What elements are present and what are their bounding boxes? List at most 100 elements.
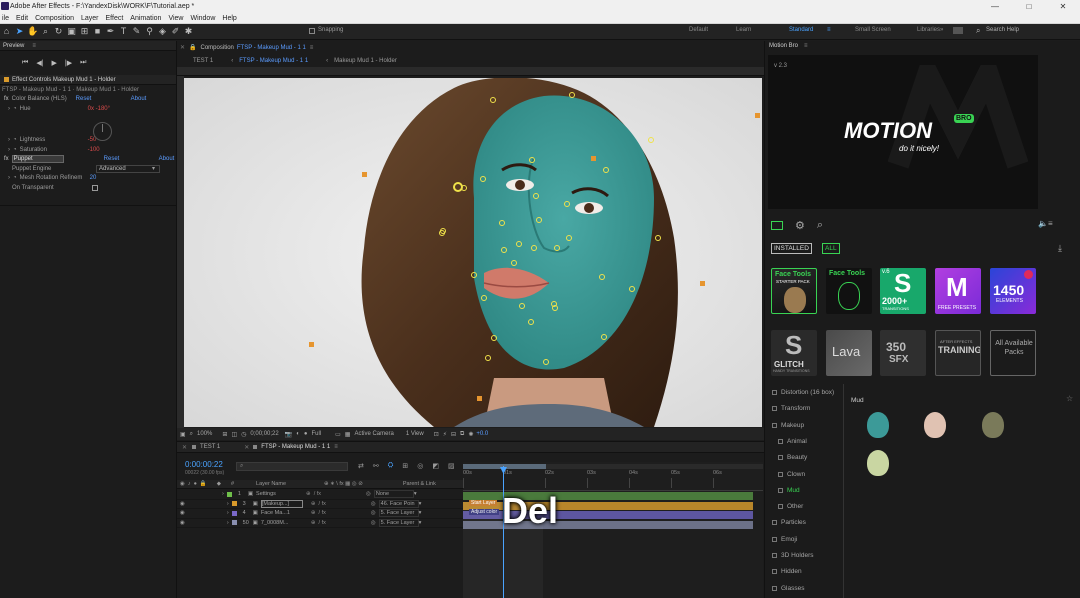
puppet-pin[interactable] xyxy=(569,92,575,98)
color-balance-effect[interactable]: Color Balance (HLS) xyxy=(12,96,67,102)
label-color-swatch[interactable] xyxy=(231,520,237,526)
close-button[interactable]: ✕ xyxy=(1046,0,1080,13)
layer-position-handle[interactable] xyxy=(309,342,314,347)
solo-icon[interactable]: ● xyxy=(194,481,197,487)
eraser-tool-icon[interactable]: ◈ xyxy=(157,26,168,37)
table-row[interactable]: ◉ › 3 ▣ [Makeup...] ⊕ / fx ◎ 46. Face Poin ▾ xyxy=(177,499,463,509)
puppet-pin[interactable] xyxy=(501,247,507,253)
timeline-tab-test-1[interactable]: TEST 1 xyxy=(200,444,220,450)
parent-select[interactable]: 46. Face Poin xyxy=(378,499,419,508)
category-item[interactable]: Makeup xyxy=(772,422,804,429)
time-icon[interactable]: ◷ xyxy=(241,431,246,438)
layer-name[interactable]: [Makeup...] xyxy=(260,499,303,508)
pack-glitch[interactable]: S GLITCH HANDY TRANSITIONS xyxy=(771,330,817,376)
tab-makeup-mud-holder[interactable]: Makeup Mud 1 - Holder xyxy=(334,58,397,64)
puppet-pin[interactable] xyxy=(461,185,467,191)
on-transparent-checkbox[interactable] xyxy=(92,184,98,191)
expand-arrow-icon[interactable]: › xyxy=(8,137,10,143)
composition-viewer[interactable] xyxy=(184,78,762,427)
folder-icon[interactable] xyxy=(771,221,783,230)
settings-sliders-icon[interactable]: ⚙ xyxy=(795,219,805,232)
layer-switches[interactable]: ⊕ / fx xyxy=(311,510,371,516)
menu-file[interactable]: ile xyxy=(2,15,9,22)
home-icon[interactable]: ⌂ xyxy=(1,26,12,37)
layer-name[interactable]: Settings xyxy=(256,491,298,497)
puppet-pin[interactable] xyxy=(533,193,539,199)
lock-icon[interactable]: 🔒 xyxy=(189,44,196,51)
menu-view[interactable]: View xyxy=(168,15,183,22)
close-icon[interactable]: ✕ xyxy=(182,444,187,451)
category-item[interactable]: Particles xyxy=(772,519,806,526)
puppet-pin[interactable] xyxy=(566,235,572,241)
workspace-overflow-icon[interactable]: » xyxy=(940,27,943,33)
timeline-search-input[interactable]: ⌕ xyxy=(236,462,348,471)
puppet-pin[interactable] xyxy=(648,137,654,143)
pack-sfx[interactable]: 350 SFX xyxy=(880,330,926,376)
motion-blur-icon[interactable]: ◎ xyxy=(417,462,423,470)
roto-brush-tool-icon[interactable]: ✐ xyxy=(170,26,181,37)
layer-name-column[interactable]: Layer Name xyxy=(256,481,286,487)
eye-icon[interactable]: ◉ xyxy=(180,481,185,487)
puppet-pin[interactable] xyxy=(543,359,549,365)
puppet-pin[interactable] xyxy=(440,228,446,234)
category-item[interactable]: Beauty xyxy=(778,454,807,461)
stopwatch-icon[interactable]: ◔ xyxy=(13,147,17,153)
puppet-pin[interactable] xyxy=(499,220,505,226)
resolution-select[interactable]: Full xyxy=(311,431,321,437)
shy-layers-icon[interactable]: ⛭ xyxy=(388,462,394,470)
panel-menu-icon[interactable]: ≡ xyxy=(804,43,808,49)
menu-edit[interactable]: Edit xyxy=(16,15,28,22)
puppet-pin[interactable] xyxy=(490,97,496,103)
always-preview-icon[interactable]: ▣ xyxy=(180,431,186,438)
preview-menu-icon[interactable]: ≡ xyxy=(32,43,36,49)
hand-tool-icon[interactable]: ✋ xyxy=(27,26,38,37)
pen-tool-icon[interactable]: ✒ xyxy=(105,26,116,37)
expand-arrow-icon[interactable]: › xyxy=(222,491,224,497)
puppet-pin[interactable] xyxy=(485,355,491,361)
timeline-icon[interactable]: ⊟ xyxy=(451,431,456,438)
layer-name[interactable]: Face Ma...1 xyxy=(261,510,303,516)
table-row[interactable]: › 1 ▣ Settings ⊕ / fx ◎ None ▾ xyxy=(177,490,463,500)
eye-icon[interactable]: ◉ xyxy=(180,520,185,526)
puppet-pin-tool-icon[interactable]: ✱ xyxy=(183,26,194,37)
workspace-learn[interactable]: Learn xyxy=(736,27,751,33)
mud-preset-2[interactable] xyxy=(924,412,946,438)
toggle-pixel-icon[interactable]: ⊡ xyxy=(434,431,439,438)
category-item[interactable]: Other xyxy=(778,503,803,510)
hue-value[interactable]: 0x -180° xyxy=(88,106,110,112)
mesh-rotation-value[interactable]: 20 xyxy=(90,175,97,181)
installed-filter[interactable]: INSTALLED xyxy=(771,243,812,254)
snapshot-icon[interactable]: 📷 xyxy=(285,431,292,438)
composition-name[interactable]: FTSP - Makeup Mud - 1 1 xyxy=(237,45,306,51)
all-filter[interactable]: ALL xyxy=(822,243,840,254)
volume-icon[interactable]: 🔈≡ xyxy=(1038,219,1053,228)
parent-spiral-icon[interactable]: ◎ xyxy=(371,501,376,507)
shape-tool-icon[interactable]: ■ xyxy=(92,26,103,37)
layer-switches[interactable]: ⊕ / fx xyxy=(306,491,366,497)
audio-icon[interactable]: ♪ xyxy=(188,481,191,487)
pan-behind-tool-icon[interactable]: ⊞ xyxy=(79,26,90,37)
menu-window[interactable]: Window xyxy=(190,15,215,22)
expand-arrow-icon[interactable]: › xyxy=(8,147,10,153)
category-item[interactable]: Animal xyxy=(778,438,807,445)
category-item[interactable]: 3D Holders xyxy=(772,552,814,559)
puppet-pin[interactable] xyxy=(491,335,497,341)
category-item[interactable]: Distortion (16 box) xyxy=(772,389,834,396)
selection-tool-icon[interactable]: ➤ xyxy=(14,26,25,37)
layer-name[interactable]: 7_0008M... xyxy=(261,520,303,526)
parent-select[interactable]: None xyxy=(373,490,414,499)
prev-frame-icon[interactable]: ◀| xyxy=(36,59,43,67)
puppet-pin[interactable] xyxy=(554,245,560,251)
play-icon[interactable]: ▶ xyxy=(52,59,57,67)
camera-tool-icon[interactable]: ▣ xyxy=(66,26,77,37)
puppet-pin[interactable] xyxy=(511,260,517,266)
puppet-engine-select[interactable]: Advanced xyxy=(96,164,160,173)
grid-icon[interactable]: ⊞ xyxy=(222,431,227,438)
menu-effect[interactable]: Effect xyxy=(106,15,124,22)
saturation-value[interactable]: -100 xyxy=(88,147,100,153)
puppet-pin[interactable] xyxy=(655,235,661,241)
mask-icon[interactable]: ◫ xyxy=(231,431,237,438)
category-item[interactable]: Glasses xyxy=(772,585,804,592)
expand-arrow-icon[interactable]: › xyxy=(227,501,229,507)
category-item[interactable]: Hidden xyxy=(772,568,802,575)
